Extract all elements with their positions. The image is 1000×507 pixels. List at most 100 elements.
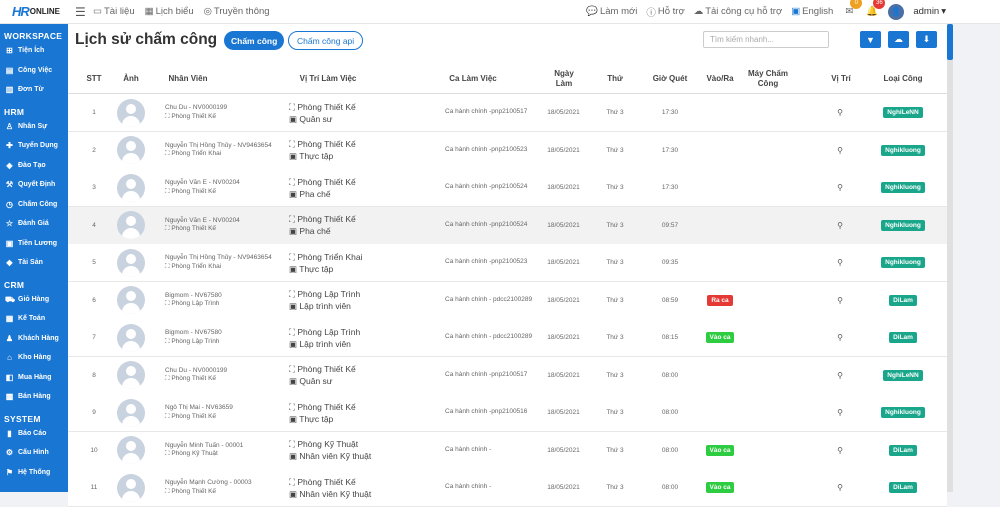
sidebar-item-4-2[interactable]: ◧ Mua Hàng — [5, 373, 52, 382]
employee-name[interactable]: Nguyễn Minh Tuấn - 00001 — [165, 442, 243, 451]
notification-button[interactable]: 🔔 36 — [865, 0, 886, 19]
col-may-cham-cong[interactable]: Máy Chấm Công — [743, 64, 793, 94]
col-stt[interactable]: STT — [68, 64, 120, 94]
col-anh[interactable]: Ảnh — [116, 64, 146, 94]
sidebar-item-5-1[interactable]: ☆ Đánh Giá — [5, 219, 49, 228]
location-pin-icon[interactable]: ⚲ — [837, 146, 843, 155]
sidebar-section-crm: CRM — [4, 279, 25, 290]
employee-name[interactable]: Chu Du - NV0000199 — [165, 104, 227, 113]
location-pin-icon[interactable]: ⚲ — [837, 446, 843, 455]
location-pin-icon[interactable]: ⚲ — [837, 408, 843, 417]
table-row[interactable]: 2 Nguyễn Thị Hồng Thủy - NV9463654 ⛶ Phòng… — [68, 131, 947, 170]
table-row[interactable]: 3 Nguyễn Văn E - NV00204 ⛶ Phòng Thiết Kế ⛶… — [68, 169, 947, 207]
side-gutter — [953, 24, 1000, 492]
download-button[interactable]: ⬇ — [916, 31, 937, 48]
table-row[interactable]: 5 Nguyễn Thị Hồng Thủy - NV9463654 ⛶ Phòng… — [68, 244, 947, 282]
col-gio-quet[interactable]: Giờ Quét — [648, 64, 692, 94]
message-badge: 0 — [850, 0, 863, 9]
sidebar-item-1-1[interactable]: ✚ Tuyển Dụng — [5, 141, 58, 150]
search-input[interactable]: Tìm kiếm nhanh... — [703, 31, 829, 48]
col-thu[interactable]: Thứ — [598, 64, 632, 94]
location-pin-icon[interactable]: ⚲ — [837, 183, 843, 192]
avatar — [117, 286, 145, 314]
col-vi-tri[interactable]: Vị Trí — [823, 64, 859, 94]
sidebar-item-2-3[interactable]: ⚑ Hệ Thống — [5, 468, 50, 477]
refresh-link[interactable]: 💬 Làm mới — [586, 6, 637, 17]
sidebar-item-2-0[interactable]: ▥ Đơn Từ — [5, 85, 44, 94]
upload-button[interactable]: ☁ — [888, 31, 909, 48]
table-row[interactable]: 11 Nguyễn Mạnh Cường - 00003 ⛶ Phòng Thiết… — [68, 469, 947, 507]
top-link-0[interactable]: ▭ Tài liệu — [93, 6, 135, 17]
sidebar-item-5-2[interactable]: ▩ Bán Hàng — [5, 392, 51, 401]
location-pin-icon[interactable]: ⚲ — [837, 371, 843, 380]
work-type-badge: Nghikluong — [881, 257, 925, 268]
work-role: Pha chế — [299, 188, 331, 199]
employee-name[interactable]: Nguyễn Thị Hồng Thủy - NV9463654 — [165, 254, 272, 263]
sidebar-item-0-2[interactable]: ⛟ Giỏ Hàng — [5, 295, 49, 305]
language-switch[interactable]: ▣ English — [791, 6, 833, 17]
location-pin-icon[interactable]: ⚲ — [837, 258, 843, 267]
message-button[interactable]: ✉ 0 — [842, 0, 863, 19]
download-tools-link[interactable]: ☁ Tải công cụ hỗ trợ — [694, 6, 783, 17]
table-row[interactable]: 6 Bigmom - NV67580 ⛶ Phòng Lập Trình ⛶ Phòn… — [68, 281, 947, 320]
location-pin-icon[interactable]: ⚲ — [837, 221, 843, 230]
sidebar-item-2-1[interactable]: ◈ Đào Tạo — [5, 161, 45, 170]
top-link-1[interactable]: ▦ Lịch biểu — [145, 6, 194, 17]
cell-vi-tri: ⛶ Phòng Thiết Kế ▣ Quân sư — [289, 94, 429, 131]
sidebar-item-0-3[interactable]: ▮ Báo Cáo — [5, 429, 46, 438]
sidebar-item-4-1[interactable]: ◷ Chấm Công — [5, 200, 57, 209]
sidebar-item-1-2[interactable]: ▦ Kế Toán — [5, 314, 45, 323]
employee-name[interactable]: Nguyễn Văn E - NV00204 — [165, 179, 240, 188]
table-row[interactable]: 8 Chu Du - NV0000199 ⛶ Phòng Thiết Kế ⛶ Phò… — [68, 356, 947, 395]
col-ngay-lam[interactable]: Ngày Làm — [546, 64, 582, 94]
table-row[interactable]: 10 Nguyễn Minh Tuấn - 00001 ⛶ Phòng Kỹ Thu… — [68, 431, 947, 470]
table-row[interactable]: 7 Bigmom - NV67580 ⛶ Phòng Lập Trình ⛶ Phòn… — [68, 319, 947, 357]
user-menu[interactable]: admin ▾ — [913, 6, 946, 17]
employee-dept: Phòng Lập Trình — [171, 300, 220, 307]
work-role: Lập trình viên — [299, 338, 351, 349]
employee-name[interactable]: Nguyễn Mạnh Cường - 00003 — [165, 479, 252, 488]
sidebar-item-1-3[interactable]: ⚙ Cấu Hình — [5, 448, 49, 457]
sidebar-item-0-1[interactable]: ♙ Nhân Sự — [5, 122, 47, 131]
sidebar-item-3-2[interactable]: ⌂ Kho Hàng — [5, 353, 51, 362]
sidebar-item-2-2[interactable]: ♟ Khách Hàng — [5, 334, 59, 343]
top-link-2[interactable]: ◎ Truyền thông — [204, 6, 270, 17]
employee-dept: Phòng Thiết Kế — [171, 112, 217, 120]
location-pin-icon[interactable]: ⚲ — [837, 333, 843, 342]
tab-cham-cong-api[interactable]: Chấm công api — [288, 31, 364, 50]
table-row[interactable]: 9 Ngô Thị Mai - NV63659 ⛶ Phòng Thiết Kế ⛶ … — [68, 394, 947, 432]
sidebar-item-1-0[interactable]: ▤ Công Việc — [5, 66, 52, 75]
cell-stt: 10 — [90, 446, 98, 454]
employee-name[interactable]: Nguyễn Văn E - NV00204 — [165, 217, 240, 226]
employee-name[interactable]: Chu Du - NV0000199 — [165, 367, 227, 376]
location-pin-icon[interactable]: ⚲ — [837, 296, 843, 305]
tab-cham-cong[interactable]: Chấm công — [224, 31, 285, 50]
filter-button[interactable]: ▼ — [860, 31, 881, 48]
sidebar-item-7-1[interactable]: ◆ Tài Sản — [5, 258, 42, 267]
col-loai-cong[interactable]: Loại Công — [873, 64, 933, 94]
employee-name[interactable]: Bigmom - NV67580 — [165, 292, 222, 301]
logo[interactable]: HR ONLINE — [0, 0, 68, 24]
cell-ngay-lam: 18/05/2021 — [547, 221, 580, 229]
table-row[interactable]: 1 Chu Du - NV0000199 ⛶ Phòng Thiết Kế ⛶ Phò… — [68, 94, 947, 132]
employee-name[interactable]: Nguyễn Thị Hồng Thủy - NV9463654 — [165, 142, 272, 151]
sidebar-item-3-1[interactable]: ⚒ Quyết Định — [5, 180, 55, 189]
briefcase-icon: ▤ — [5, 65, 14, 75]
employee-name[interactable]: Bigmom - NV67580 — [165, 329, 222, 338]
support-link[interactable]: ⓘ Hỗ trợ — [646, 5, 684, 19]
sidebar-item-6-1[interactable]: ▣ Tiền Lương — [5, 239, 57, 248]
sidebar-item-0-0[interactable]: ⊞ Tiện Ích — [5, 46, 44, 55]
col-ca-lam-viec[interactable]: Ca Làm Việc — [443, 64, 503, 94]
employee-name[interactable]: Ngô Thị Mai - NV63659 — [165, 404, 233, 413]
location-pin-icon[interactable]: ⚲ — [837, 108, 843, 117]
col-nhan-vien[interactable]: Nhân Viên — [158, 64, 218, 94]
work-dept: Phòng Lập Trình — [297, 289, 361, 299]
badge-icon: ▣ — [289, 151, 300, 161]
col-vi-tri-lam-viec[interactable]: Vị Trí Làm Việc — [283, 64, 373, 94]
col-vao-ra[interactable]: Vào/Ra — [700, 64, 740, 94]
location-pin-icon[interactable]: ⚲ — [837, 483, 843, 492]
cell-thu: Thứ 3 — [606, 446, 624, 454]
table-row[interactable]: 4 Nguyễn Văn E - NV00204 ⛶ Phòng Thiết Kế ⛶… — [68, 206, 947, 245]
menu-toggle-icon[interactable]: ☰ — [75, 5, 89, 19]
user-avatar[interactable]: 👤 — [888, 3, 905, 20]
